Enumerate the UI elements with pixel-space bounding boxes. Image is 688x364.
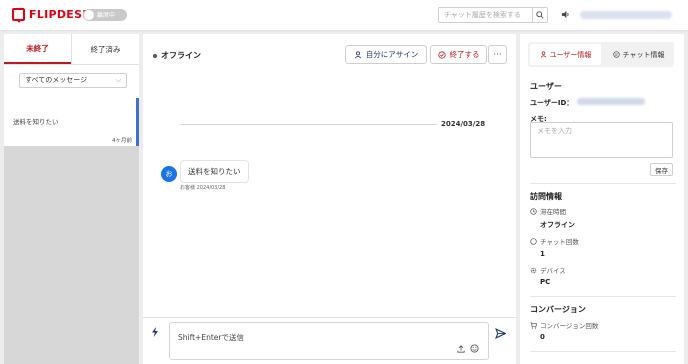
conversation-item[interactable]: 送料を知りたい 4ヶ月前 — [4, 98, 139, 146]
chat-bubble-icon — [612, 51, 620, 58]
end-label: 終了する — [449, 50, 480, 59]
assign-label: 自分にアサイン — [365, 50, 419, 59]
divider — [530, 351, 676, 352]
memo-box — [530, 122, 673, 158]
search-icon — [536, 11, 544, 19]
conversation-list: 送料を知りたい 4ヶ月前 — [4, 98, 139, 364]
person-icon — [540, 51, 546, 58]
filter-value: すべてのメッセージ — [25, 76, 88, 84]
visitor-status: オフライン — [153, 50, 201, 61]
stay-time-label: 滞在時間 — [530, 206, 566, 216]
search-button[interactable] — [532, 8, 547, 22]
tab-user-info[interactable]: ユーザー情報 — [530, 44, 601, 65]
person-icon — [354, 50, 361, 58]
status-dot — [153, 53, 157, 58]
speaker-icon[interactable] — [561, 10, 570, 19]
conversion-section-title: コンバージョン — [530, 305, 586, 314]
assign-to-me-button[interactable]: 自分にアサイン — [345, 45, 427, 64]
more-icon: ··· — [493, 49, 502, 60]
conversation-tabs: 未終了 終了済み — [4, 34, 139, 65]
conversion-count-value: 0 — [540, 333, 545, 341]
message-input[interactable] — [170, 323, 488, 359]
divider — [530, 296, 676, 297]
chat-history-search — [438, 7, 548, 23]
chat-count-label: チャット回数 — [530, 236, 579, 246]
chevron-down-icon: ⌵ — [115, 76, 121, 84]
chat-panel: オフライン 自分にアサイン 終了する ··· 2024/03/28 お 送料を知… — [143, 34, 516, 364]
tab-chat-info-label: チャット情報 — [622, 50, 665, 59]
lightning-icon[interactable] — [151, 327, 159, 337]
upload-icon[interactable] — [457, 345, 465, 353]
tab-chat-info[interactable]: チャット情報 — [603, 42, 674, 67]
search-input[interactable] — [439, 8, 531, 22]
cart-icon — [530, 321, 537, 329]
save-memo-button[interactable]: 保存 — [650, 163, 673, 176]
user-id-value — [577, 98, 645, 105]
chat-count-value: 1 — [540, 250, 545, 258]
chat-bubble-icon — [530, 237, 537, 245]
visit-section-title: 訪問情報 — [530, 192, 562, 201]
message-composer — [143, 317, 516, 364]
user-menu[interactable] — [580, 11, 672, 19]
availability-toggle[interactable]: 離席中 — [83, 9, 127, 21]
info-tabs: ユーザー情報 チャット情報 — [528, 42, 674, 67]
chat-count-text: チャット回数 — [540, 238, 579, 246]
stay-time-text: 滞在時間 — [540, 208, 566, 216]
conversation-time: 4ヶ月前 — [112, 138, 132, 144]
status-label: オフライン — [161, 51, 201, 60]
device-label: デバイス — [530, 265, 566, 275]
toggle-label: 離席中 — [97, 12, 116, 19]
clock-icon — [530, 207, 537, 215]
more-options-button[interactable]: ··· — [488, 45, 507, 64]
toggle-knob — [84, 10, 94, 20]
check-circle-icon — [437, 50, 446, 59]
message-input-box — [169, 322, 489, 360]
tab-user-info-label: ユーザー情報 — [549, 50, 592, 59]
divider — [530, 183, 676, 184]
message-bubble: 送料を知りたい — [180, 160, 249, 183]
logo-text: FLIPDESK — [29, 8, 92, 21]
conversation-preview: 送料を知りたい — [13, 118, 59, 126]
tab-open[interactable]: 未終了 — [4, 34, 71, 64]
flipdesk-logo[interactable]: FLIPDESK — [12, 8, 92, 23]
send-icon[interactable] — [495, 328, 506, 339]
device-value: PC — [540, 278, 551, 286]
user-id-label: ユーザーID： — [530, 99, 574, 107]
stay-time-value: オフライン — [540, 221, 575, 229]
emoji-icon[interactable] — [470, 344, 479, 353]
gear-icon — [530, 267, 537, 273]
chat-bubble-icon — [12, 8, 25, 23]
memo-input[interactable] — [531, 123, 672, 157]
end-chat-button[interactable]: 終了する — [430, 45, 487, 64]
date-divider — [180, 124, 437, 125]
message-filter-select[interactable]: すべてのメッセージ ⌵ — [19, 73, 127, 88]
info-panel: ユーザー情報 チャット情報 ユーザー ユーザーID： メモ: 保存 訪問情報 滞… — [520, 34, 684, 364]
device-text: デバイス — [540, 267, 566, 275]
conversation-list-panel: 未終了 終了済み すべてのメッセージ ⌵ 送料を知りたい 4ヶ月前 — [4, 34, 139, 364]
message-meta: お客様 2024/03/28 — [180, 185, 226, 191]
app-header: FLIPDESK 離席中 — [0, 0, 688, 31]
customer-avatar: お — [161, 166, 177, 182]
user-section-title: ユーザー — [530, 82, 562, 91]
conversion-count-text: コンバージョン回数 — [540, 322, 599, 330]
conversion-count-label: コンバージョン回数 — [530, 320, 598, 330]
date-label: 2024/03/28 — [441, 120, 486, 128]
tab-closed[interactable]: 終了済み — [71, 34, 139, 64]
